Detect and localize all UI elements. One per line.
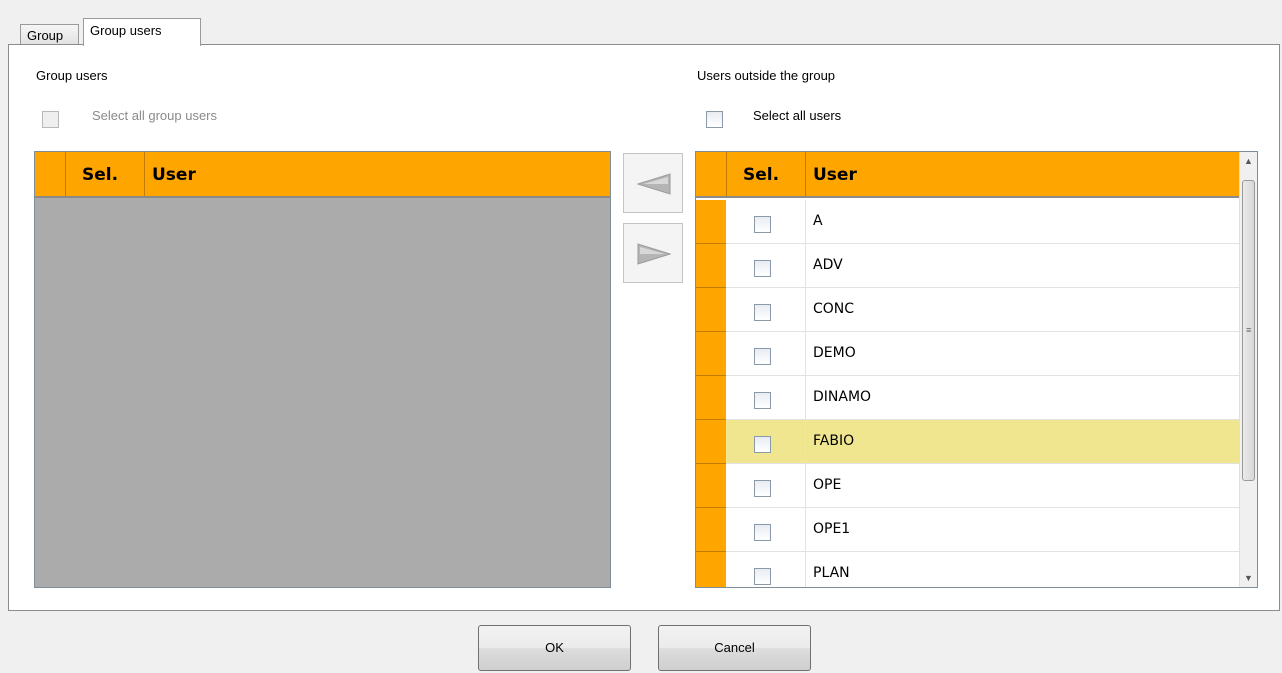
table-row[interactable]: OPE1 xyxy=(696,508,1241,552)
table-row[interactable]: DEMO xyxy=(696,332,1241,376)
user-column-header[interactable]: User xyxy=(152,165,196,185)
user-cell: PLAN xyxy=(813,565,850,581)
sel-column-header[interactable]: Sel. xyxy=(743,165,779,185)
group-users-title: Group users xyxy=(36,68,108,83)
tab-group-users[interactable]: Group users xyxy=(83,18,201,46)
scroll-up-icon[interactable]: ▲ xyxy=(1240,152,1257,170)
ok-button[interactable]: OK xyxy=(478,625,631,671)
move-right-button[interactable] xyxy=(623,223,683,283)
left-triangle-arrow-icon xyxy=(637,173,671,195)
select-all-users-checkbox[interactable] xyxy=(706,111,723,128)
row-select-checkbox[interactable] xyxy=(754,348,771,365)
table-row[interactable]: OPE xyxy=(696,464,1241,508)
table-row[interactable]: A xyxy=(696,200,1241,244)
select-all-users-label: Select all users xyxy=(753,108,842,123)
row-select-checkbox[interactable] xyxy=(754,436,771,453)
move-left-button[interactable] xyxy=(623,153,683,213)
users-outside-grid-header: Sel. User xyxy=(696,152,1241,198)
right-triangle-arrow-icon xyxy=(637,243,671,265)
tab-group[interactable]: Group xyxy=(20,24,79,45)
row-select-checkbox[interactable] xyxy=(754,260,771,277)
vertical-scrollbar[interactable]: ▲ ≡ ▼ xyxy=(1239,152,1257,587)
users-outside-group-title: Users outside the group xyxy=(697,68,836,83)
scroll-down-icon[interactable]: ▼ xyxy=(1240,569,1257,587)
select-all-group-users-label: Select all group users xyxy=(92,108,218,123)
select-all-group-users-checkbox[interactable] xyxy=(42,111,59,128)
user-cell: OPE xyxy=(813,477,842,493)
scrollbar-thumb[interactable]: ≡ xyxy=(1242,180,1255,481)
group-users-grid-header: Sel. User xyxy=(35,152,610,198)
row-select-checkbox[interactable] xyxy=(754,304,771,321)
cancel-button[interactable]: Cancel xyxy=(658,625,811,671)
grip-icon: ≡ xyxy=(1246,325,1252,335)
user-cell: DEMO xyxy=(813,345,856,361)
group-users-grid[interactable]: Sel. User xyxy=(34,151,611,588)
table-row[interactable]: ADV xyxy=(696,244,1241,288)
user-cell: ADV xyxy=(813,257,843,273)
user-cell: A xyxy=(813,213,823,229)
row-select-checkbox[interactable] xyxy=(754,216,771,233)
users-outside-group-grid[interactable]: Sel. User A ADV CONC DEMO DINAMO FABIO O… xyxy=(695,151,1258,588)
user-column-header[interactable]: User xyxy=(813,165,857,185)
row-select-checkbox[interactable] xyxy=(754,392,771,409)
row-select-checkbox[interactable] xyxy=(754,524,771,541)
user-cell: DINAMO xyxy=(813,389,872,405)
sel-column-header[interactable]: Sel. xyxy=(82,165,118,185)
user-cell: CONC xyxy=(813,301,855,317)
table-row[interactable]: PLAN xyxy=(696,552,1241,587)
table-row[interactable]: DINAMO xyxy=(696,376,1241,420)
user-cell: OPE1 xyxy=(813,521,851,537)
table-row-highlighted[interactable]: FABIO xyxy=(696,420,1241,464)
row-select-checkbox[interactable] xyxy=(754,568,771,585)
table-row[interactable]: CONC xyxy=(696,288,1241,332)
user-cell: FABIO xyxy=(813,433,855,449)
group-users-tab-page: Group users Select all group users Users… xyxy=(8,44,1280,611)
row-select-checkbox[interactable] xyxy=(754,480,771,497)
